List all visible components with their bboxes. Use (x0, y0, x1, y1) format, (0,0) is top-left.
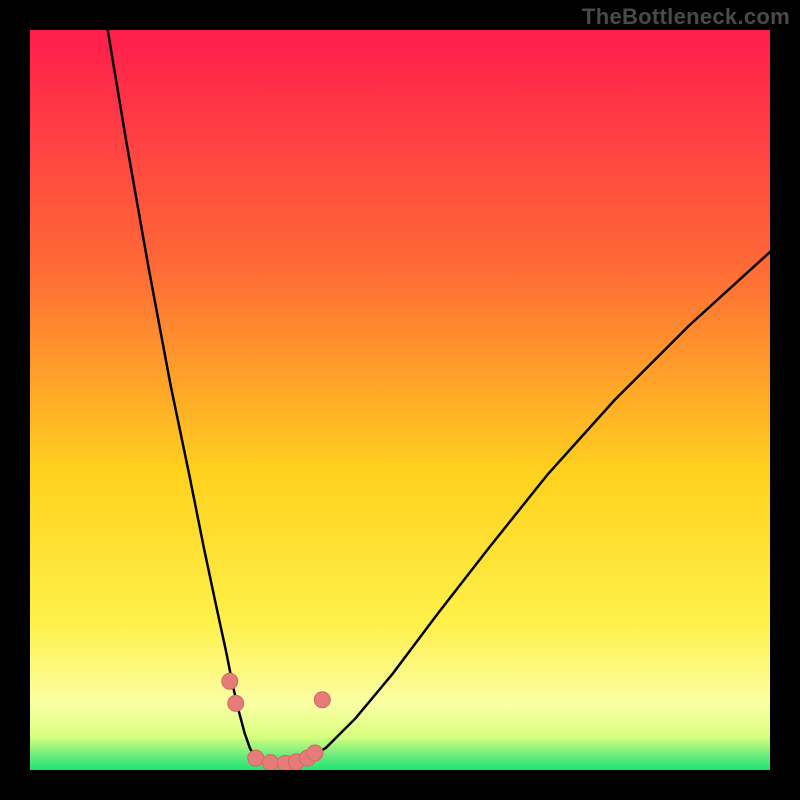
marker-dot (263, 755, 279, 770)
marker-dot (307, 745, 323, 761)
watermark-text: TheBottleneck.com (582, 4, 790, 30)
marker-dot (248, 750, 264, 766)
curve-right-branch (308, 252, 771, 759)
curve-left-branch (108, 30, 256, 759)
marker-dot (228, 695, 244, 711)
chart-stage: TheBottleneck.com (0, 0, 800, 800)
marker-dot (314, 692, 330, 708)
curve-layer (30, 30, 770, 770)
plot-frame (30, 30, 770, 770)
marker-dots (222, 673, 330, 770)
plot-area (30, 30, 770, 770)
marker-dot (222, 673, 238, 689)
